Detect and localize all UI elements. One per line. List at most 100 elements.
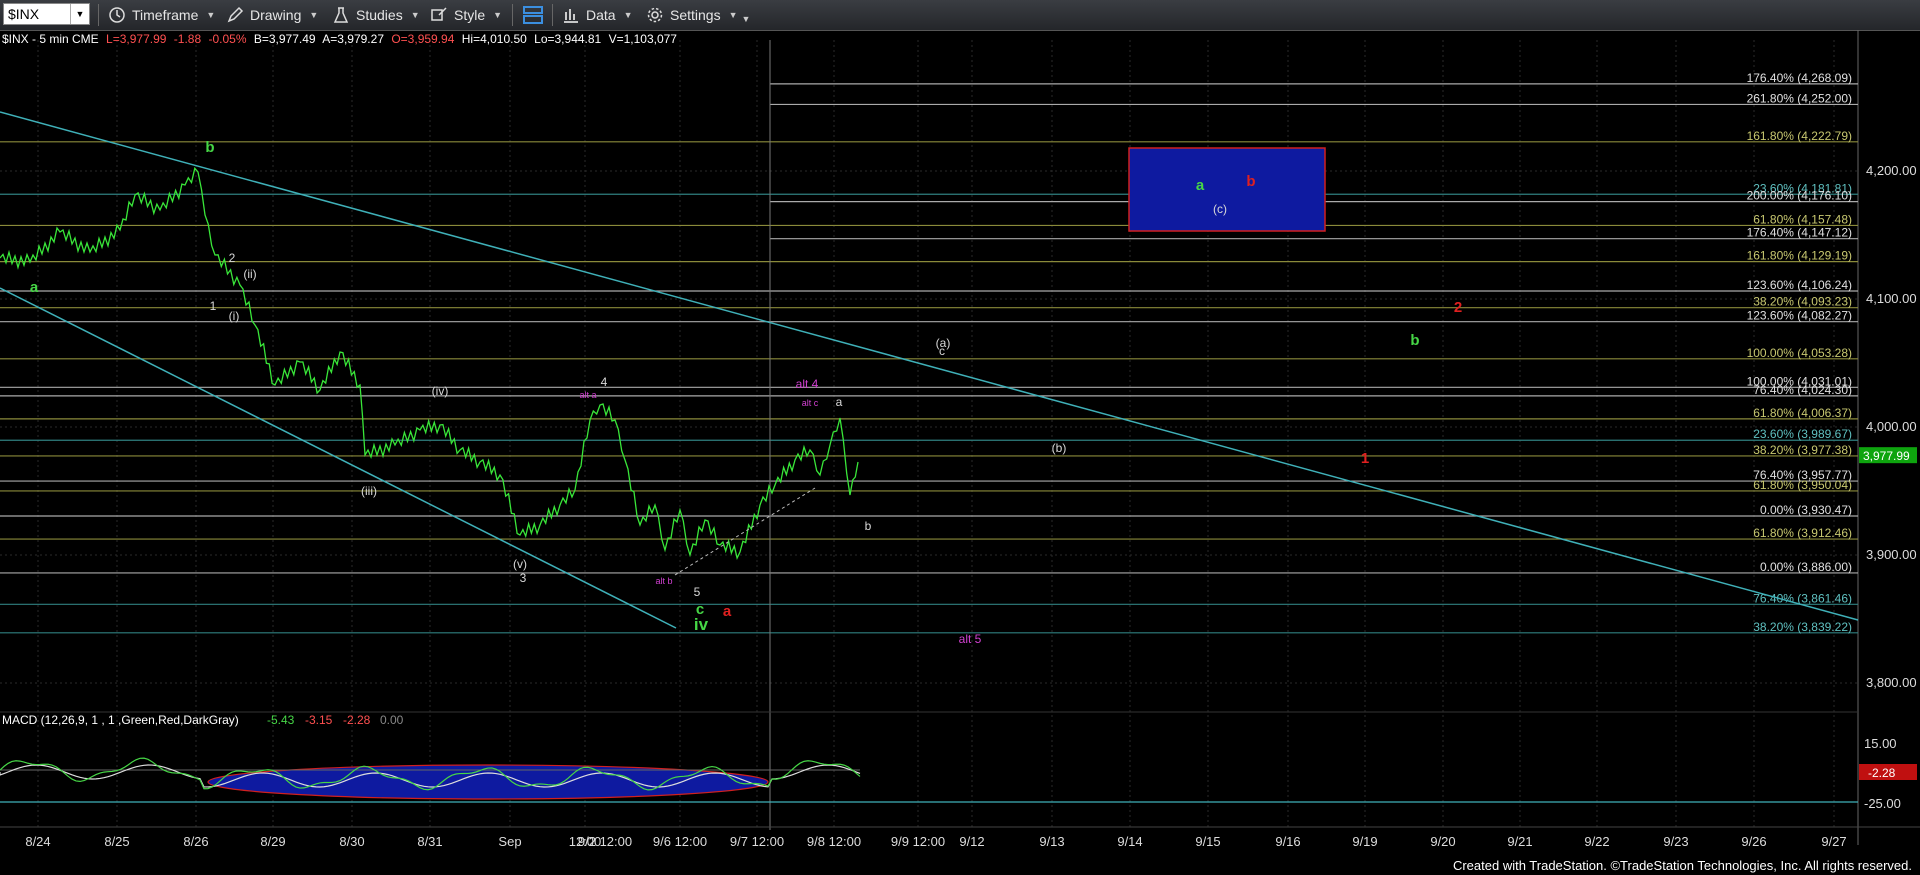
- overflow-icon: ▼: [741, 14, 751, 24]
- studies-button[interactable]: Studies ▼: [332, 4, 420, 26]
- wave-label: a: [836, 395, 843, 409]
- fib-level-label: 261.80% (4,252.00): [1747, 91, 1852, 105]
- fib-level-label: 61.80% (3,912.46): [1753, 526, 1852, 540]
- date-axis-label: 9/22: [1584, 834, 1609, 849]
- wave-label: alt 4: [796, 377, 819, 391]
- layout-button[interactable]: [522, 4, 544, 26]
- gear-icon: [647, 7, 663, 23]
- wave-label: (i): [229, 309, 240, 323]
- macd-signal-value: -3.15: [305, 713, 333, 727]
- symbol-value: $INX: [8, 6, 40, 22]
- toolbar-divider: [98, 4, 99, 26]
- fib-level-label: 61.80% (3,950.04): [1753, 478, 1852, 492]
- price-axis-label: 4,000.00: [1866, 419, 1917, 434]
- fib-level-label: 161.80% (4,129.19): [1747, 249, 1852, 263]
- data-button[interactable]: Data ▼: [562, 4, 633, 26]
- macd-diff-value: -2.28: [343, 713, 371, 727]
- wave-label: alt a: [579, 390, 596, 400]
- symbol-input[interactable]: $INX ▼: [3, 3, 90, 25]
- wave-label: b: [1246, 173, 1255, 190]
- symbol-name: $INX - 5 min CME: [2, 32, 99, 46]
- date-axis-label: 9/8 12:00: [807, 834, 861, 849]
- wave-label: 3: [520, 571, 527, 585]
- layout-icon: [523, 6, 543, 24]
- chevron-down-icon: ▼: [623, 10, 633, 20]
- volume: V=1,103,077: [608, 32, 677, 46]
- toolbar-divider: [552, 4, 553, 26]
- wave-label: 5: [694, 585, 701, 599]
- wave-label: a: [30, 279, 39, 296]
- date-axis-label: 9/19: [1352, 834, 1377, 849]
- high-price: Hi=4,010.50: [461, 32, 527, 46]
- chevron-down-icon: ▼: [206, 10, 216, 20]
- chart-toolbar: $INX ▼ Timeframe ▼ Drawing ▼ Studies ▼ Styl…: [0, 0, 1920, 31]
- price-axis-label: 4,100.00: [1866, 291, 1917, 306]
- wave-label: 2: [1454, 299, 1462, 316]
- studies-label: Studies: [356, 7, 403, 23]
- wave-label: (iv): [432, 384, 449, 398]
- flask-icon: [333, 7, 349, 23]
- price-axis-label: 3,800.00: [1866, 675, 1917, 690]
- wave-label: (v): [513, 557, 527, 571]
- fib-level-label: 176.40% (4,147.12): [1747, 226, 1852, 240]
- date-axis-label: Sep: [498, 834, 521, 849]
- wave-label: b: [205, 139, 214, 156]
- open-price: O=3,959.94: [391, 32, 455, 46]
- date-axis-label: 9/14: [1117, 834, 1142, 849]
- date-axis-label: 9/27: [1821, 834, 1846, 849]
- wave-label: 2: [229, 251, 236, 265]
- price-chart[interactable]: 176.40% (4,268.09)261.80% (4,252.00)161.…: [0, 30, 1920, 875]
- fib-level-label: 38.20% (4,093.23): [1753, 295, 1852, 309]
- chevron-down-icon[interactable]: ▼: [70, 4, 89, 24]
- last-price: L=3,977.99: [106, 32, 167, 46]
- last-price-tag-label: 3,977.99: [1863, 449, 1910, 463]
- date-axis-label: 9/2 12:00: [578, 834, 632, 849]
- date-axis-label: 9/13: [1039, 834, 1064, 849]
- date-axis-label: 9/15: [1195, 834, 1220, 849]
- wave-label: (ii): [243, 267, 256, 281]
- wave-label: 1: [210, 299, 217, 313]
- price-axis-label: 4,200.00: [1866, 163, 1917, 178]
- wave-channel-line: [674, 487, 816, 576]
- date-axis-label: 9/23: [1663, 834, 1688, 849]
- date-axis-label: 8/30: [339, 834, 364, 849]
- style-label: Style: [454, 7, 486, 23]
- date-axis-label: 8/26: [183, 834, 208, 849]
- fib-level-label: 176.40% (4,268.09): [1747, 71, 1852, 85]
- fib-level-label: 123.60% (4,106.24): [1747, 278, 1852, 292]
- date-axis-label: 9/12: [959, 834, 984, 849]
- date-axis-label: 9/26: [1741, 834, 1766, 849]
- date-axis-label: 8/24: [25, 834, 50, 849]
- settings-button[interactable]: Settings ▼ ▼: [646, 4, 750, 26]
- wave-label: 4: [601, 375, 608, 389]
- date-axis-label: 9/21: [1507, 834, 1532, 849]
- wave-label: alt b: [655, 576, 672, 586]
- chevron-down-icon: ▼: [728, 10, 738, 20]
- fib-level-label: 61.80% (4,157.48): [1753, 212, 1852, 226]
- fib-level-label: 0.00% (3,886.00): [1760, 560, 1852, 574]
- fib-level-label: 0.00% (3,930.47): [1760, 503, 1852, 517]
- pencil-icon: [227, 6, 244, 23]
- ask-price: A=3,979.27: [322, 32, 384, 46]
- fib-level-label: 100.00% (4,053.28): [1747, 346, 1852, 360]
- macd-title: MACD (12,26,9, 1 , 1 ,Green,Red,DarkGray…: [2, 713, 239, 727]
- net-change: -1.88: [173, 32, 202, 46]
- trendline-lower: [0, 287, 677, 629]
- style-button[interactable]: Style ▼: [430, 4, 502, 26]
- date-axis-label: 9/9 12:00: [891, 834, 945, 849]
- data-label: Data: [586, 7, 616, 23]
- drawing-label: Drawing: [250, 7, 302, 23]
- fib-level-label: 61.80% (4,006.37): [1753, 406, 1852, 420]
- wave-label: b: [865, 519, 872, 533]
- date-axis-label: 9/16: [1275, 834, 1300, 849]
- macd-zero-value: 0.00: [380, 713, 404, 727]
- date-axis-label: 8/31: [417, 834, 442, 849]
- price-line: [0, 166, 859, 560]
- trendline-upper: [0, 111, 1859, 621]
- timeframe-button[interactable]: Timeframe ▼: [108, 4, 215, 26]
- settings-label: Settings: [670, 7, 721, 23]
- wave-label: alt 5: [959, 632, 982, 646]
- macd-value: -5.43: [267, 713, 295, 727]
- low-price: Lo=3,944.81: [534, 32, 602, 46]
- drawing-button[interactable]: Drawing ▼: [226, 4, 318, 26]
